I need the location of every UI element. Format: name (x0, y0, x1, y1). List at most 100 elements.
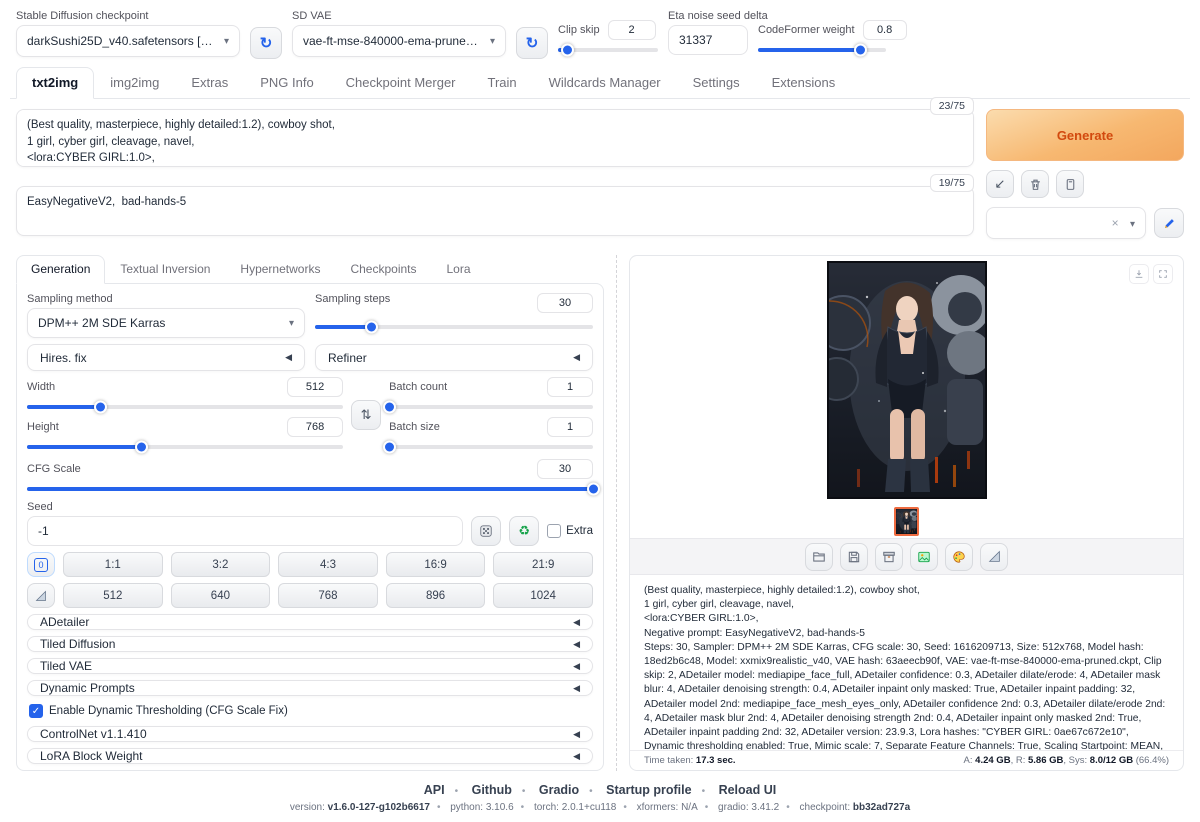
aspect-ratio-tool-button[interactable]: 0 (27, 552, 55, 577)
seed-input[interactable] (27, 516, 463, 546)
extra-networks-button[interactable] (1056, 170, 1084, 198)
batch-size-input[interactable] (547, 417, 593, 437)
size-640-button[interactable]: 640 (171, 583, 271, 608)
negative-prompt-input[interactable]: EasyNegativeV2, bad-hands-5 (16, 186, 974, 236)
tab-checkpoint-merger[interactable]: Checkpoint Merger (330, 67, 472, 98)
tab-extras[interactable]: Extras (175, 67, 244, 98)
prompt-input[interactable]: (Best quality, masterpiece, highly detai… (16, 109, 974, 167)
tiled-vae-accordion[interactable]: Tiled VAE ◀ (27, 658, 593, 674)
tab-generation[interactable]: Generation (16, 255, 105, 284)
send-to-inpaint-button[interactable] (945, 543, 973, 571)
aspect-4-3-button[interactable]: 4:3 (278, 552, 378, 577)
pencil-icon (1163, 217, 1176, 230)
codeformer-slider[interactable] (758, 48, 886, 52)
github-link[interactable]: Github (472, 783, 512, 797)
startup-profile-link[interactable]: Startup profile (606, 783, 691, 797)
clip-skip-input[interactable] (608, 20, 656, 40)
sampling-steps-slider[interactable] (315, 325, 593, 329)
tab-png-info[interactable]: PNG Info (244, 67, 329, 98)
hires-fix-accordion[interactable]: Hires. fix ◀ (27, 344, 305, 371)
vae-dropdown[interactable]: vae-ft-mse-840000-ema-pruned.ckpt ▾ (292, 25, 506, 57)
mem-sys-value: 8.0/12 GB (1090, 755, 1133, 766)
paste-params-button[interactable]: ↙ (986, 170, 1014, 198)
adetailer-accordion[interactable]: ADetailer ◀ (27, 614, 593, 630)
random-seed-button[interactable] (471, 516, 501, 546)
checkpoint-dropdown[interactable]: darkSushi25D_v40.safetensors [bb32ad727a… (16, 25, 240, 57)
gallery-footer: Time taken: 17.3 sec. A: 4.24 GB, R: 5.8… (630, 750, 1183, 770)
refresh-icon: ↻ (526, 34, 539, 52)
size-768-button[interactable]: 768 (278, 583, 378, 608)
open-folder-button[interactable] (805, 543, 833, 571)
codeformer-input[interactable] (863, 20, 907, 40)
gradio-link[interactable]: Gradio (539, 783, 579, 797)
generate-button[interactable]: Generate (986, 109, 1184, 161)
tab-hypernetworks[interactable]: Hypernetworks (225, 255, 335, 283)
checkpoint-value: darkSushi25D_v40.safetensors [bb32ad727a… (27, 34, 216, 48)
batch-count-input[interactable] (547, 377, 593, 397)
tiled-vae-label: Tiled VAE (40, 659, 92, 673)
sampling-method-dropdown[interactable]: DPM++ 2M SDE Karras ▾ (27, 308, 305, 338)
send-to-img2img-button[interactable] (910, 543, 938, 571)
negative-token-counter: 19/75 (930, 174, 974, 192)
tab-lora[interactable]: Lora (432, 255, 486, 283)
clear-prompt-button[interactable] (1021, 170, 1049, 198)
thumbnail-image (896, 509, 917, 534)
batch-size-slider[interactable] (389, 445, 593, 449)
refiner-accordion[interactable]: Refiner ◀ (315, 344, 593, 371)
size-512-button[interactable]: 512 (63, 583, 163, 608)
tab-img2img[interactable]: img2img (94, 67, 175, 98)
styles-dropdown[interactable]: × ▾ (986, 207, 1146, 239)
aspect-16-9-button[interactable]: 16:9 (386, 552, 486, 577)
reload-ui-link[interactable]: Reload UI (719, 783, 777, 797)
tab-settings[interactable]: Settings (677, 67, 756, 98)
refresh-checkpoint-button[interactable]: ↻ (250, 27, 282, 59)
ensd-input[interactable] (668, 25, 748, 55)
tab-textual-inversion[interactable]: Textual Inversion (105, 255, 225, 283)
save-icon (847, 550, 861, 564)
edit-styles-button[interactable] (1154, 208, 1184, 238)
refresh-vae-button[interactable]: ↻ (516, 27, 548, 59)
download-image-button[interactable] (1129, 264, 1149, 284)
height-input[interactable] (287, 417, 343, 437)
vae-value: vae-ft-mse-840000-ema-pruned.ckpt (303, 34, 482, 48)
extra-seed-checkbox[interactable]: Extra (547, 524, 593, 538)
height-slider[interactable] (27, 445, 343, 449)
tab-extensions[interactable]: Extensions (756, 67, 852, 98)
dynamic-thresholding-checkbox[interactable]: ✓ Enable Dynamic Thresholding (CFG Scale… (27, 702, 593, 720)
size-1024-button[interactable]: 1024 (493, 583, 593, 608)
clear-styles-icon[interactable]: × (1112, 216, 1119, 230)
size-896-button[interactable]: 896 (386, 583, 486, 608)
mem-a-label: A: (964, 755, 973, 766)
batch-count-slider[interactable] (389, 405, 593, 409)
clip-skip-block: Clip skip (558, 20, 658, 56)
aspect-1-1-button[interactable]: 1:1 (63, 552, 163, 577)
tiled-diffusion-accordion[interactable]: Tiled Diffusion ◀ (27, 636, 593, 652)
cfg-scale-slider[interactable] (27, 487, 593, 491)
lora-block-weight-accordion[interactable]: LoRA Block Weight ◀ (27, 748, 593, 764)
save-zip-button[interactable] (875, 543, 903, 571)
save-image-button[interactable] (840, 543, 868, 571)
tab-checkpoints[interactable]: Checkpoints (335, 255, 431, 283)
tab-wildcards-manager[interactable]: Wildcards Manager (533, 67, 677, 98)
aspect-3-2-button[interactable]: 3:2 (171, 552, 271, 577)
tab-train[interactable]: Train (472, 67, 533, 98)
aspect-21-9-button[interactable]: 21:9 (493, 552, 593, 577)
fullscreen-button[interactable] (1153, 264, 1173, 284)
width-input[interactable] (287, 377, 343, 397)
swap-dimensions-button[interactable]: ⇅ (351, 400, 381, 430)
send-to-extras-button[interactable] (980, 543, 1008, 571)
palette-icon (952, 550, 966, 564)
api-link[interactable]: API (424, 783, 445, 797)
cfg-scale-input[interactable] (537, 459, 593, 479)
width-slider[interactable] (27, 405, 343, 409)
batch-count-label: Batch count (389, 381, 447, 393)
reuse-seed-button[interactable]: ♻ (509, 516, 539, 546)
tab-txt2img[interactable]: txt2img (16, 67, 94, 99)
clip-skip-slider[interactable] (558, 48, 658, 52)
controlnet-accordion[interactable]: ControlNet v1.1.410 ◀ (27, 726, 593, 742)
sampling-steps-input[interactable] (537, 293, 593, 313)
size-preset-tool-button[interactable] (27, 583, 55, 608)
generated-image[interactable] (827, 261, 987, 499)
dynamic-prompts-accordion[interactable]: Dynamic Prompts ◀ (27, 680, 593, 696)
thumbnail-selected[interactable] (894, 507, 919, 536)
